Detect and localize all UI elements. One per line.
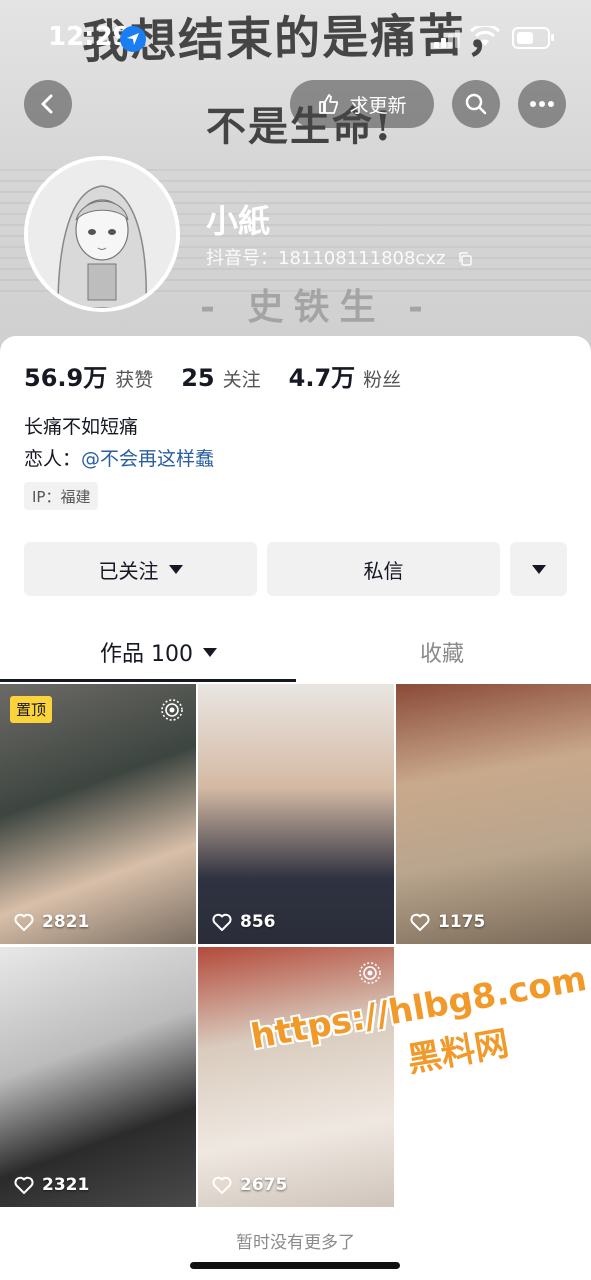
- like-count: 2321: [14, 1175, 89, 1195]
- video-tile[interactable]: 2321: [0, 947, 196, 1207]
- stat-label: 粉丝: [363, 369, 402, 391]
- following-button[interactable]: 已关注: [24, 542, 257, 596]
- message-button[interactable]: 私信: [267, 542, 500, 596]
- chevron-left-icon: [41, 94, 53, 114]
- tab-works-label: 作品 100: [100, 642, 193, 667]
- douyin-id-text: 抖音号：181108111808cxz: [206, 248, 446, 269]
- stat-followers[interactable]: 4.7万 粉丝: [289, 358, 402, 393]
- video-tile[interactable]: 1175: [396, 684, 591, 944]
- nickname: 小紙: [206, 202, 271, 240]
- stat-following[interactable]: 25 关注: [181, 364, 260, 392]
- location-icon: [120, 26, 146, 52]
- following-label: 已关注: [98, 558, 159, 583]
- like-count-value: 1175: [438, 912, 486, 932]
- bio-line: 长痛不如短痛: [24, 416, 139, 438]
- more-button[interactable]: [518, 80, 566, 128]
- avatar[interactable]: [24, 156, 180, 312]
- home-indicator[interactable]: [190, 1262, 400, 1269]
- signal-icon: [434, 30, 460, 48]
- video-tile[interactable]: 856: [198, 684, 394, 944]
- like-count: 2675: [212, 1175, 287, 1195]
- stat-likes: 56.9万 获赞: [24, 358, 153, 393]
- caret-down-icon: [203, 647, 217, 657]
- like-count-value: 2821: [42, 912, 90, 932]
- end-of-list-text: 暂时没有更多了: [236, 1233, 355, 1253]
- status-bar: 12:29: [0, 0, 591, 80]
- heart-icon: [14, 1176, 34, 1194]
- like-count-value: 2675: [240, 1175, 288, 1195]
- wifi-icon: [470, 26, 500, 46]
- lover-prefix: 恋人：: [24, 448, 82, 470]
- like-count-value: 856: [240, 912, 276, 932]
- thumbs-up-icon: [319, 94, 339, 114]
- ip-location-badge: IP：福建: [24, 482, 99, 510]
- live-photo-icon: [359, 962, 381, 984]
- heart-icon: [212, 1176, 232, 1194]
- like-count: 1175: [410, 912, 485, 932]
- bio-lover: 恋人：@不会再这样蠢: [24, 444, 214, 471]
- video-tile[interactable]: 置顶 2821: [0, 684, 196, 944]
- more-options-button[interactable]: [510, 542, 567, 596]
- stat-value: 4.7万: [288, 364, 356, 392]
- battery-icon: [512, 27, 554, 49]
- douyin-id: 抖音号：181108111808cxz: [206, 244, 473, 270]
- like-count: 856: [212, 912, 276, 932]
- caret-down-icon: [531, 564, 546, 574]
- stat-label: 关注: [222, 369, 261, 391]
- request-update-button[interactable]: 求更新: [290, 80, 434, 128]
- search-icon: [465, 93, 487, 115]
- live-photo-icon: [161, 699, 183, 721]
- caret-down-icon: [168, 564, 183, 574]
- message-label: 私信: [363, 558, 404, 583]
- ellipsis-icon: [530, 101, 554, 107]
- tab-favorites[interactable]: 收藏: [420, 636, 464, 668]
- banner-signature: - 史铁生 -: [200, 286, 433, 328]
- stat-value: 25: [181, 364, 215, 392]
- avatar-illustration: [28, 160, 176, 308]
- like-count-value: 2321: [42, 1175, 90, 1195]
- heart-icon: [212, 913, 232, 931]
- heart-icon: [410, 913, 430, 931]
- pinned-badge: 置顶: [10, 696, 53, 723]
- tab-works[interactable]: 作品 100: [100, 636, 217, 668]
- stat-value: 56.9万: [24, 364, 108, 392]
- lover-mention-link[interactable]: @不会再这样蠢: [81, 448, 214, 470]
- status-time: 12:29: [48, 22, 131, 52]
- active-tab-indicator: [0, 679, 296, 682]
- back-button[interactable]: [24, 80, 72, 128]
- heart-icon: [14, 913, 34, 931]
- copy-icon[interactable]: [457, 251, 473, 267]
- search-button[interactable]: [452, 80, 500, 128]
- request-update-label: 求更新: [349, 94, 407, 117]
- stat-label: 获赞: [115, 369, 154, 391]
- stats-row: 56.9万 获赞 25 关注 4.7万 粉丝: [24, 358, 401, 393]
- like-count: 2821: [14, 912, 89, 932]
